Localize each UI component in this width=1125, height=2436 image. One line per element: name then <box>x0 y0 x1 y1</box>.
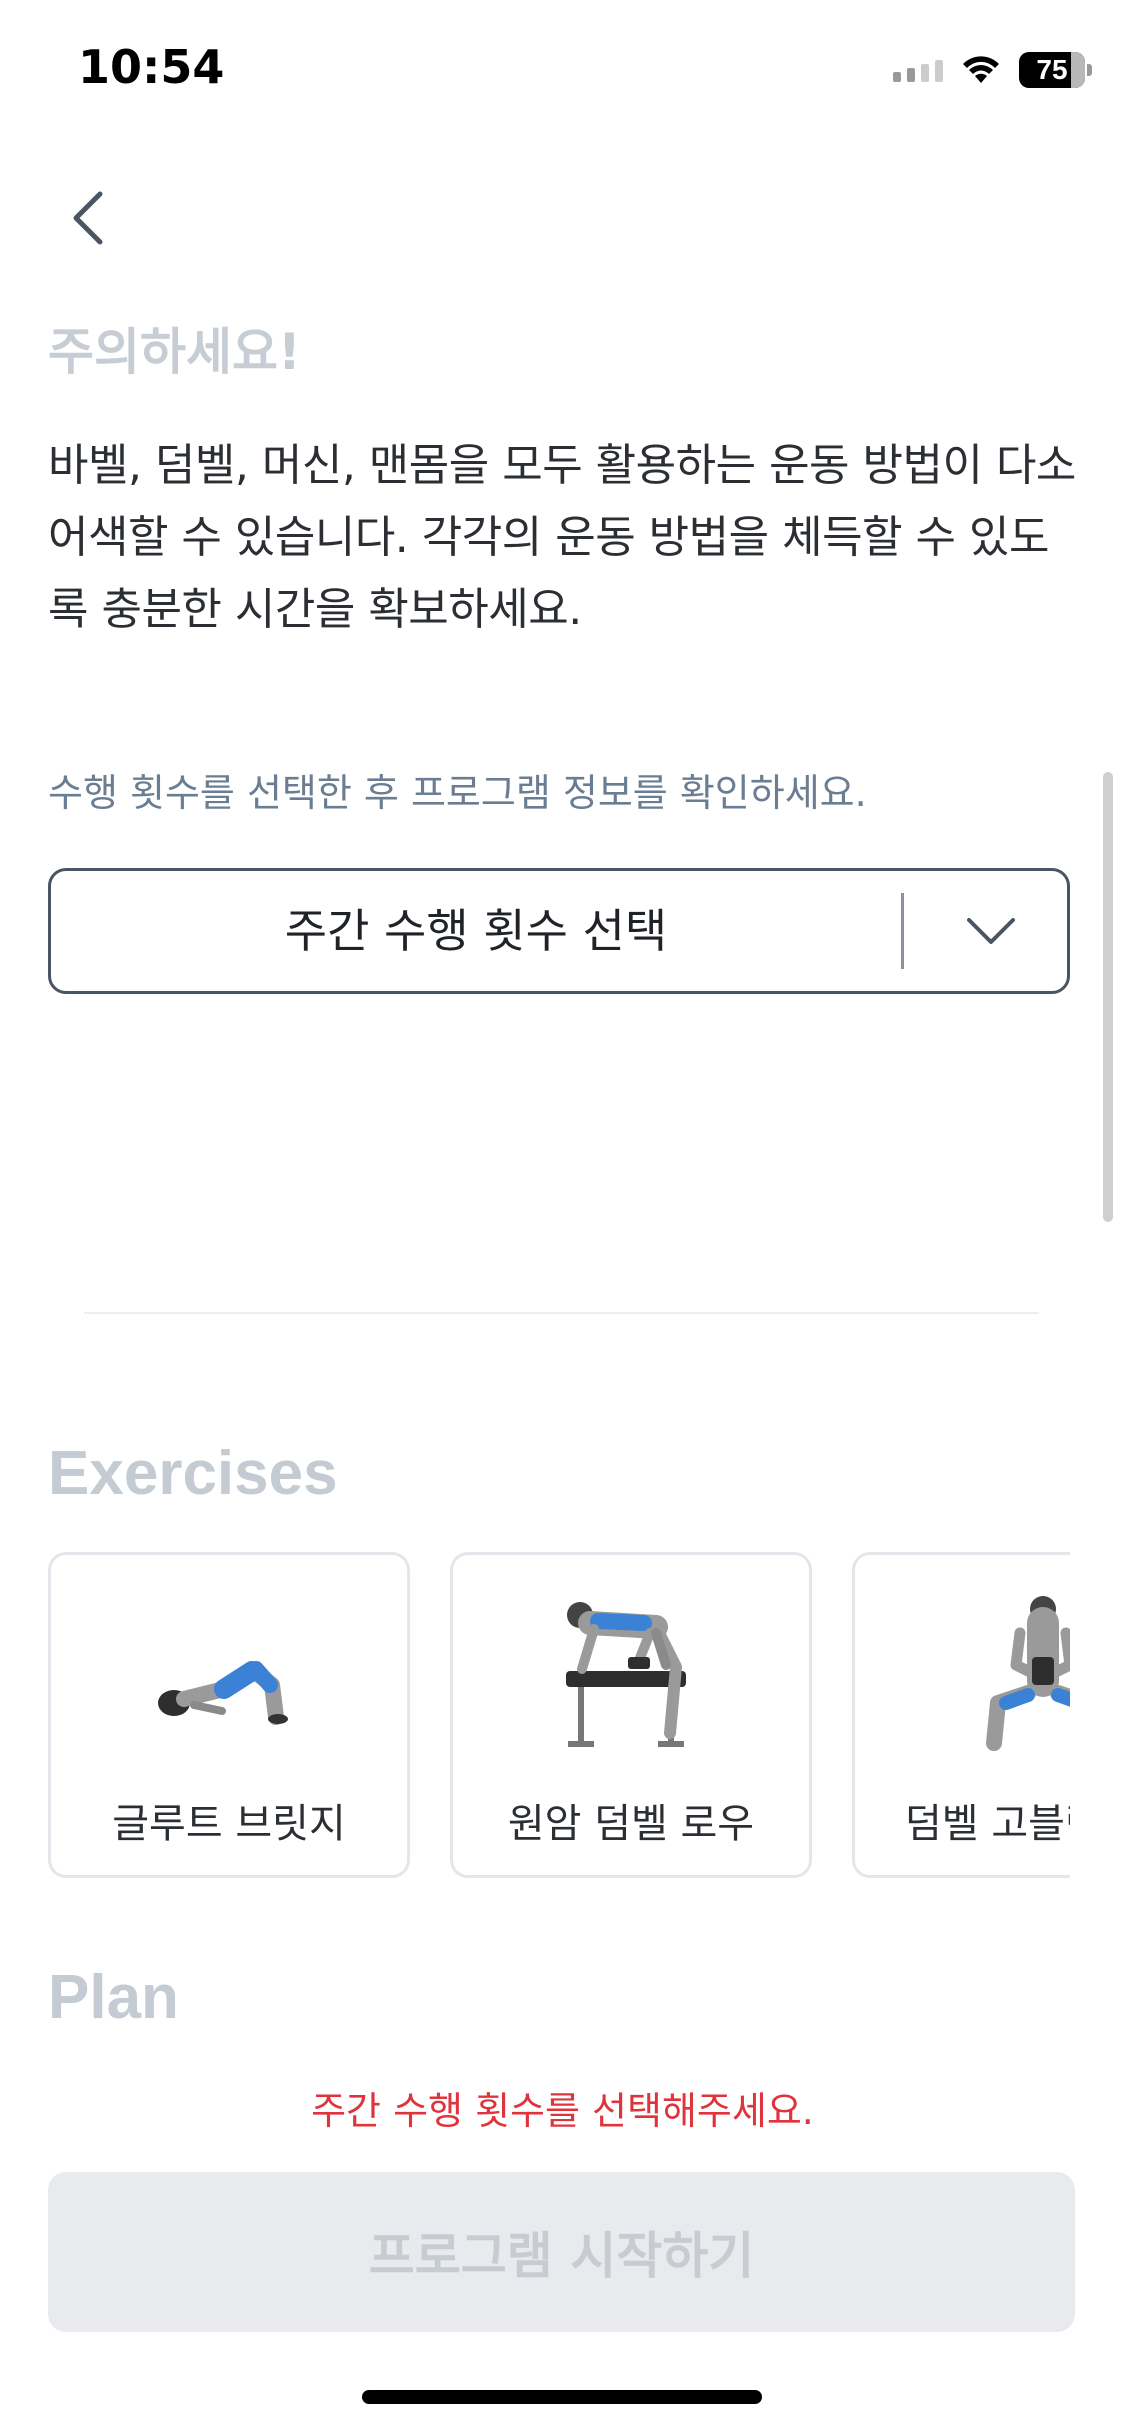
cellular-signal-icon <box>893 58 943 82</box>
divider <box>84 1312 1039 1314</box>
exercise-card-glute-bridge[interactable]: 글루트 브릿지 <box>48 1552 410 1878</box>
warning-title: 주의하세요! <box>48 323 301 381</box>
home-indicator[interactable] <box>362 2390 762 2404</box>
warning-body: 바벨, 덤벨, 머신, 맨몸을 모두 활용하는 운동 방법이 다소 어색할 수 … <box>48 440 1076 635</box>
glute-bridge-illustration <box>158 1661 288 1725</box>
status-bar: 10:54 75 <box>0 0 1125 140</box>
frequency-error-message: 주간 수행 횟수를 선택해주세요. <box>311 2089 814 2133</box>
exercise-label: 글루트 브릿지 <box>112 1801 346 1847</box>
weekly-frequency-select[interactable]: 주간 수행 횟수 선택 <box>48 868 1070 994</box>
wifi-icon <box>961 55 1001 85</box>
battery-level: 75 <box>1036 54 1068 85</box>
scrollbar[interactable] <box>1103 772 1113 1222</box>
exercise-carousel[interactable]: 글루트 브릿지 원암 덤벨 로우 덤벨 고블 <box>48 1552 1070 1882</box>
select-divider <box>901 893 904 969</box>
dumbbell-goblet-squat-illustration <box>986 1596 1070 1751</box>
exercise-label: 덤벨 고블릿 <box>905 1801 1070 1847</box>
chevron-left-icon <box>73 191 103 245</box>
chevron-down-icon[interactable] <box>951 901 1031 961</box>
select-label: 주간 수행 횟수 선택 <box>284 904 668 958</box>
exercises-title: Exercises <box>48 1439 338 1508</box>
start-program-button[interactable]: 프로그램 시작하기 <box>48 2172 1075 2332</box>
back-button[interactable] <box>48 178 128 258</box>
status-icons: 75 <box>893 48 1092 92</box>
frequency-hint: 수행 횟수를 선택한 후 프로그램 정보를 확인하세요. <box>48 771 867 815</box>
battery-icon: 75 <box>1019 52 1092 88</box>
exercise-card-one-arm-row[interactable]: 원암 덤벨 로우 <box>450 1552 812 1878</box>
exercise-card-goblet-squat[interactable]: 덤벨 고블릿 <box>852 1552 1070 1878</box>
status-time: 10:54 <box>78 40 225 94</box>
one-arm-dumbbell-row-illustration <box>566 1602 686 1747</box>
exercise-label: 원암 덤벨 로우 <box>507 1801 755 1847</box>
plan-title: Plan <box>48 1963 179 2032</box>
